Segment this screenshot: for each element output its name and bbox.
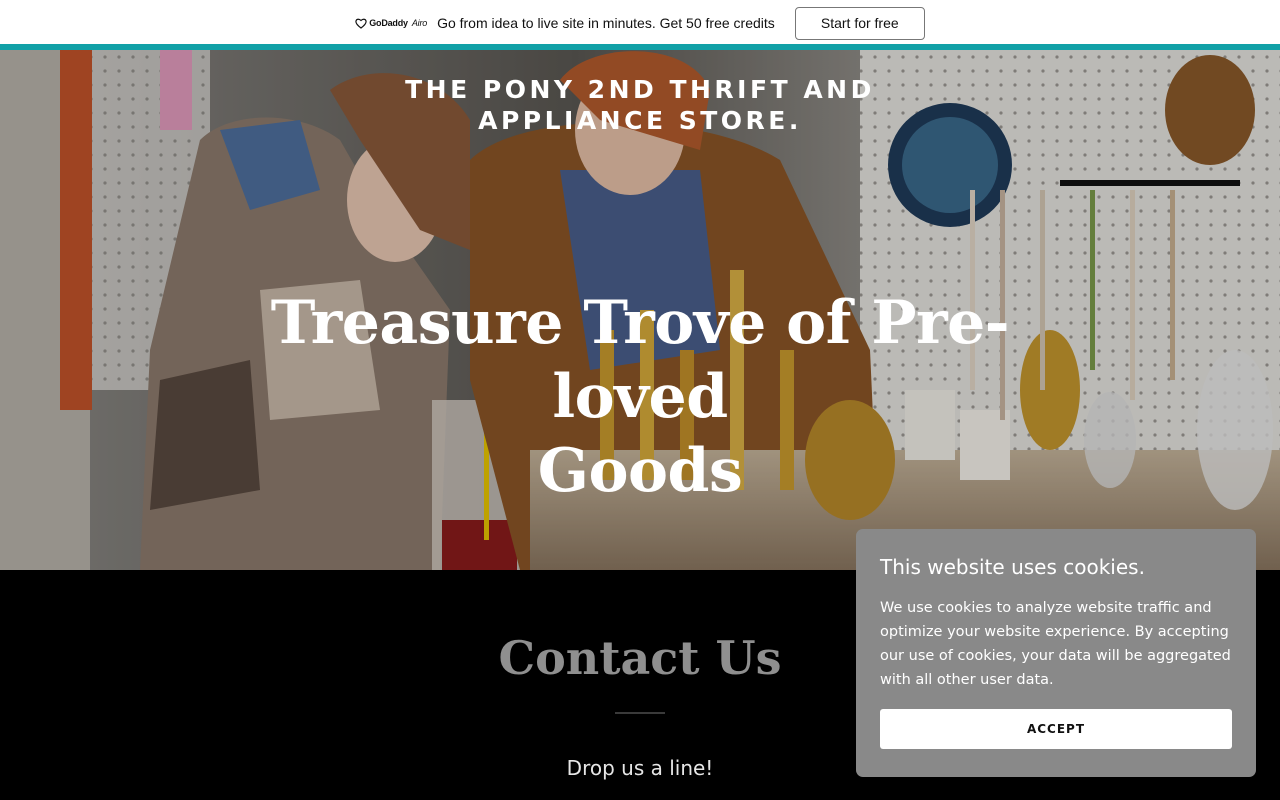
contact-title: Contact Us bbox=[498, 631, 782, 685]
hero-section: THE PONY 2ND THRIFT AND APPLIANCE STORE.… bbox=[0, 50, 1280, 570]
promo-banner: GoDaddy Airo Go from idea to live site i… bbox=[0, 0, 1280, 46]
store-name-line-2: APPLIANCE STORE. bbox=[478, 106, 802, 135]
godaddy-airo-logo[interactable]: GoDaddy Airo bbox=[355, 18, 427, 29]
cookie-description: We use cookies to analyze website traffi… bbox=[880, 600, 1231, 688]
brand-suffix: Airo bbox=[411, 18, 428, 28]
store-name[interactable]: THE PONY 2ND THRIFT AND APPLIANCE STORE. bbox=[340, 74, 940, 136]
accept-cookies-button[interactable]: ACCEPT bbox=[880, 709, 1232, 749]
cookie-title: This website uses cookies. bbox=[880, 555, 1145, 579]
hero-title-line-1: Treasure Trove of Pre-loved bbox=[270, 288, 1010, 432]
cookie-consent-dialog: This website uses cookies. We use cookie… bbox=[856, 529, 1256, 777]
promo-text: Go from idea to live site in minutes. Ge… bbox=[437, 15, 775, 31]
start-for-free-button[interactable]: Start for free bbox=[794, 6, 925, 40]
contact-subtitle: Drop us a line! bbox=[566, 756, 714, 780]
godaddy-heart-icon bbox=[355, 18, 367, 29]
store-name-line-1: THE PONY 2ND THRIFT AND bbox=[405, 75, 875, 104]
hero-title-line-2: Goods bbox=[537, 436, 743, 506]
brand-name: GoDaddy bbox=[369, 18, 408, 28]
section-divider bbox=[615, 712, 665, 714]
hero-title: Treasure Trove of Pre-loved Goods bbox=[200, 286, 1080, 508]
